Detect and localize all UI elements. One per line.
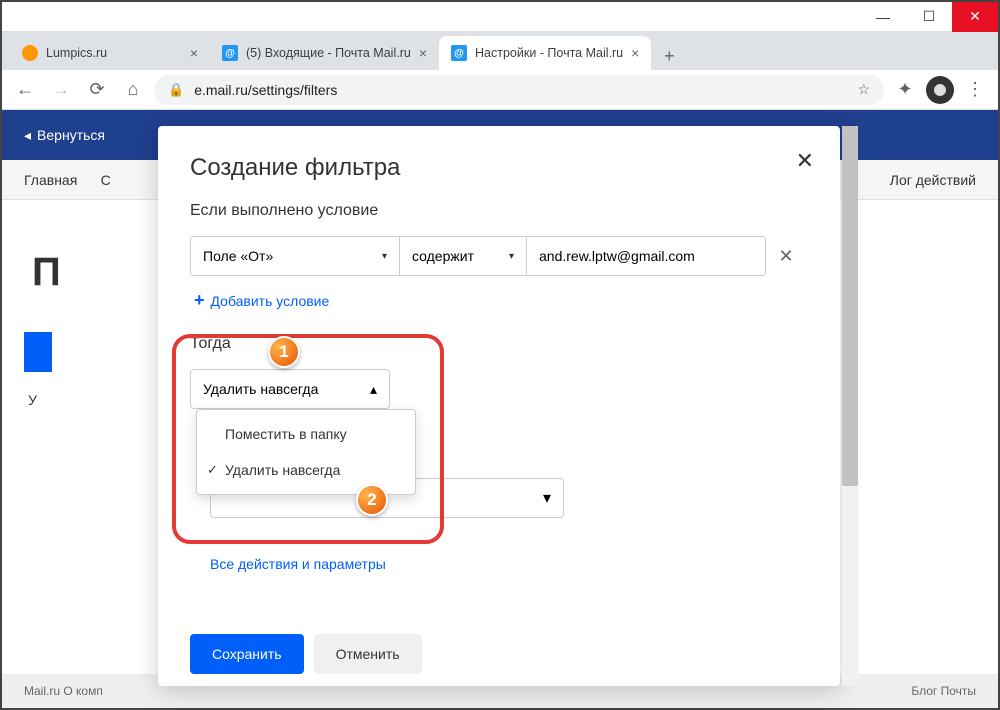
- save-button[interactable]: Сохранить: [190, 634, 304, 674]
- chevron-down-icon: ▾: [382, 251, 387, 262]
- chevron-down-icon: ▾: [543, 488, 551, 508]
- home-button[interactable]: ⌂: [118, 75, 148, 105]
- url-input[interactable]: 🔒 e.mail.ru/settings/filters ☆: [154, 75, 884, 105]
- back-button[interactable]: ←: [10, 75, 40, 105]
- favicon-icon: [22, 45, 38, 61]
- bookmark-icon[interactable]: ☆: [857, 81, 870, 98]
- applied-text: У: [28, 392, 37, 408]
- window-close[interactable]: ✕: [952, 2, 998, 32]
- cancel-button[interactable]: Отменить: [314, 634, 422, 674]
- dropdown-option-move-to-folder[interactable]: Поместить в папку: [197, 416, 415, 452]
- extensions-icon[interactable]: ✦: [890, 75, 920, 105]
- tab-title: Lumpics.ru: [46, 46, 182, 60]
- profile-avatar[interactable]: [926, 76, 954, 104]
- add-condition-button[interactable]: + Добавить условие: [194, 290, 808, 311]
- address-bar: ← → ⟳ ⌂ 🔒 e.mail.ru/settings/filters ☆ ✦…: [2, 70, 998, 110]
- chevron-up-icon: ▴: [370, 381, 377, 398]
- all-actions-link[interactable]: Все действия и параметры: [210, 556, 386, 572]
- url-text: e.mail.ru/settings/filters: [194, 82, 337, 98]
- annotation-badge-2: 2: [356, 484, 388, 516]
- footer-left[interactable]: Mail.ru О комп: [24, 684, 103, 698]
- plus-icon: +: [194, 290, 205, 311]
- tab-title: Настройки - Почта Mail.ru: [475, 46, 623, 60]
- operator-select[interactable]: содержит ▾: [400, 236, 526, 276]
- create-button-edge[interactable]: [24, 332, 52, 372]
- close-icon[interactable]: ×: [190, 45, 198, 61]
- condition-value-text: and.rew.lptw@gmail.com: [539, 248, 695, 264]
- close-icon[interactable]: ×: [631, 45, 639, 61]
- chevron-down-icon: ▾: [509, 251, 514, 262]
- condition-section-label: Если выполнено условие: [190, 202, 808, 220]
- reload-button[interactable]: ⟳: [82, 75, 112, 105]
- modal-scrollbar[interactable]: [842, 126, 858, 686]
- new-tab-button[interactable]: +: [655, 42, 683, 70]
- browser-tab-active[interactable]: @ Настройки - Почта Mail.ru ×: [439, 36, 651, 70]
- field-select[interactable]: Поле «От» ▾: [190, 236, 400, 276]
- browser-tab-strip: Lumpics.ru × @ (5) Входящие - Почта Mail…: [2, 32, 998, 70]
- dropdown-option-delete-forever[interactable]: Удалить навсегда: [197, 452, 415, 488]
- menu-icon[interactable]: ⋮: [960, 75, 990, 105]
- browser-tab[interactable]: @ (5) Входящие - Почта Mail.ru ×: [210, 36, 439, 70]
- modal-close-button[interactable]: ✕: [796, 148, 814, 174]
- browser-tab[interactable]: Lumpics.ru ×: [10, 36, 210, 70]
- modal-title: Создание фильтра: [190, 154, 808, 182]
- forward-button[interactable]: →: [46, 75, 76, 105]
- window-title-bar: — ☐ ✕: [2, 2, 998, 32]
- favicon-icon: @: [451, 45, 467, 61]
- nav-item[interactable]: С: [101, 172, 111, 188]
- scrollbar-thumb[interactable]: [842, 126, 858, 486]
- condition-row: Поле «От» ▾ содержит ▾ and.rew.lptw@gmai…: [190, 236, 808, 276]
- remove-condition-button[interactable]: ✕: [766, 236, 806, 276]
- window-maximize[interactable]: ☐: [906, 2, 952, 32]
- add-condition-label: Добавить условие: [211, 293, 330, 309]
- favicon-icon: @: [222, 45, 238, 61]
- tab-title: (5) Входящие - Почта Mail.ru: [246, 46, 411, 60]
- create-filter-modal: Создание фильтра ✕ Если выполнено услови…: [158, 126, 840, 686]
- close-icon[interactable]: ×: [419, 45, 427, 61]
- modal-buttons: Сохранить Отменить: [190, 634, 422, 674]
- action-dropdown-menu: Поместить в папку Удалить навсегда: [196, 409, 416, 495]
- window-minimize[interactable]: —: [860, 2, 906, 32]
- action-select-value: Удалить навсегда: [203, 381, 318, 397]
- action-select[interactable]: Удалить навсегда ▴: [190, 369, 390, 409]
- lock-icon: 🔒: [168, 82, 184, 98]
- nav-item[interactable]: Главная: [24, 172, 77, 188]
- condition-value-input[interactable]: and.rew.lptw@gmail.com: [526, 236, 766, 276]
- operator-select-value: содержит: [412, 248, 474, 264]
- field-select-value: Поле «От»: [203, 248, 273, 264]
- annotation-badge-1: 1: [268, 336, 300, 368]
- footer-right[interactable]: Блог Почты: [911, 684, 976, 698]
- nav-item[interactable]: Лог действий: [890, 172, 976, 188]
